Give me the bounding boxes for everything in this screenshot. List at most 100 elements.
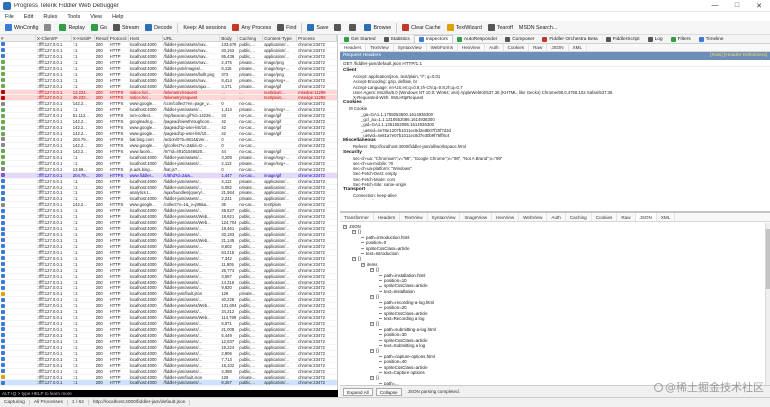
request-tab-webforms[interactable]: WebForms (427, 44, 458, 51)
request-tab-cookies[interactable]: Cookies (504, 44, 530, 51)
close-button[interactable]: ✕ (748, 0, 770, 12)
column-header[interactable]: Process (297, 35, 337, 41)
menu-help[interactable]: Help (107, 14, 128, 20)
request-tab-raw[interactable]: Raw (529, 44, 548, 51)
session-cell-ctype: application/... (264, 232, 289, 237)
collapse-toggle-icon[interactable]: − (343, 224, 347, 229)
toolbar-button-any-process[interactable]: Any Process (229, 22, 274, 34)
column-header[interactable]: X-HostIP (72, 35, 95, 41)
menu-edit[interactable]: Edit (19, 14, 38, 20)
tab-icon (605, 36, 611, 42)
column-header[interactable]: Content-Type (263, 35, 298, 41)
tab-timeline[interactable]: Timeline (695, 35, 728, 43)
toolbar-button-clear-cache[interactable]: Clear Cache (399, 22, 443, 34)
tab-statistics[interactable]: Statistics (380, 35, 414, 43)
maximize-button[interactable]: □ (726, 0, 748, 12)
column-header[interactable]: Protocol (109, 35, 129, 41)
toolbar-button-save[interactable]: Save (304, 22, 331, 34)
tab-inspectors[interactable]: Inspectors (413, 35, 453, 43)
toolbar-button-go[interactable]: Go (88, 22, 110, 34)
toolbar-button-find[interactable]: Find (274, 22, 299, 34)
request-headers-tree[interactable]: Client Accept: application/json, text/pla… (340, 67, 770, 200)
tab-fiddler-orchestra-beta[interactable]: Fiddler Orchestra Beta (538, 35, 601, 43)
minimize-button[interactable]: — (704, 0, 726, 12)
collapse-toggle-icon[interactable]: − (370, 322, 374, 327)
session-cell-cache: no-cac... (239, 202, 256, 208)
menu-view[interactable]: View (85, 14, 107, 20)
response-tab-webview[interactable]: WebView (519, 213, 548, 221)
response-tab-json[interactable]: JSON (635, 213, 657, 221)
toolbar-button-camera-icon[interactable] (331, 22, 346, 34)
collapse-toggle-icon[interactable]: − (361, 262, 365, 267)
response-tab-cookies[interactable]: Cookies (592, 213, 618, 221)
toolbar-button-browse[interactable]: Browse (361, 22, 394, 34)
collapse-button[interactable]: Collapse (375, 387, 402, 396)
request-tab-json[interactable]: JSON (547, 44, 569, 51)
menu-rules[interactable]: Rules (38, 14, 62, 20)
collapse-toggle-icon[interactable]: − (370, 294, 374, 299)
response-tab-headers[interactable]: Headers (374, 213, 401, 221)
toolbar-button-stream[interactable]: Stream (110, 22, 142, 34)
toolbar-button-decode[interactable]: Decode (142, 22, 175, 34)
collapse-toggle-icon[interactable]: − (370, 267, 374, 272)
toolbar-button-tearoff[interactable]: Tearoff (485, 22, 516, 34)
menu-tools[interactable]: Tools (62, 14, 85, 20)
collapse-toggle-icon[interactable]: − (370, 376, 374, 381)
expand-all-button[interactable]: Expand All (343, 387, 373, 396)
request-tab-headers[interactable]: Headers (340, 44, 367, 51)
header-definitions-link[interactable]: [Raw] [Header Definitions] (710, 52, 770, 60)
column-header[interactable]: Caching (238, 35, 264, 41)
request-tab-textview[interactable]: TextView (366, 44, 394, 51)
toolbar-button-winconfig[interactable]: WinConfig (2, 22, 41, 34)
response-tab-syntaxview[interactable]: SyntaxView (428, 213, 461, 221)
session-cell-proc: chrome:23472 (298, 368, 325, 374)
collapse-toggle-icon[interactable]: − (370, 349, 374, 354)
response-tab-transformer[interactable]: Transformer (340, 213, 374, 221)
tab-fiddlerscript[interactable]: FiddlerScript (602, 35, 644, 43)
session-cell-cache: public,... (239, 356, 255, 362)
toolbar-button-replay[interactable]: Replay (56, 22, 88, 34)
column-header[interactable]: URL (163, 35, 221, 41)
tab-get-started[interactable]: Get Started (340, 35, 380, 43)
column-header[interactable]: Host (129, 35, 163, 41)
toolbar-button-textwizard[interactable]: TextWizard (444, 22, 485, 34)
scroll-thumb[interactable] (766, 229, 770, 289)
sessions-list[interactable]: # X-ClientIP X-HostIP Result Protocol Host URL… (0, 35, 338, 390)
response-tab-raw[interactable]: Raw (617, 213, 636, 221)
collapse-toggle-icon[interactable]: − (352, 230, 356, 235)
request-tab-xml[interactable]: XML (569, 44, 588, 51)
column-header[interactable]: Body (220, 35, 239, 41)
process-filter-status[interactable]: All Processes (30, 400, 68, 405)
session-cell-hip: ::1 (72, 291, 78, 297)
tab-filters[interactable]: Filters (667, 35, 695, 43)
request-tab-hexview[interactable]: HexView (458, 44, 486, 51)
quickexec-input[interactable]: ALT+Q > type HELP to learn more (0, 390, 338, 397)
response-tab-hexview[interactable]: HexView (492, 213, 520, 221)
response-tab-caching[interactable]: Caching (566, 213, 592, 221)
json-tree[interactable]: − JSON −{} path=introduction.html position=0… (340, 223, 764, 385)
collapse-toggle-icon[interactable]: − (352, 257, 356, 262)
request-tab-syntaxview[interactable]: SyntaxView (394, 44, 427, 51)
tab-autoresponder[interactable]: AutoResponder (453, 35, 501, 43)
response-tab-imageview[interactable]: ImageView (460, 213, 493, 221)
column-header[interactable]: # (0, 35, 36, 41)
menu-file[interactable]: File (0, 14, 19, 20)
tab-log[interactable]: Log (644, 35, 667, 43)
session-cell-proto: HTTP (109, 297, 121, 303)
response-tab-auth[interactable]: Auth (547, 213, 566, 221)
response-tab-xml[interactable]: XML (657, 213, 676, 221)
toolbar-button-keep-all-sessions[interactable]: Keep: All sessions (180, 22, 229, 34)
request-tab-auth[interactable]: Auth (485, 44, 504, 51)
column-header[interactable]: X-ClientIP (36, 35, 72, 41)
response-tab-textview[interactable]: TextView (400, 213, 428, 221)
toolbar-label: Keep: All sessions (183, 24, 227, 31)
capturing-status[interactable]: Capturing (0, 400, 30, 405)
tab-composer[interactable]: Composer (501, 35, 538, 43)
column-header[interactable]: Result (95, 35, 109, 41)
toolbar-button-msdn-search-[interactable]: MSDN Search... (516, 22, 560, 34)
session-type-icon (1, 279, 5, 284)
session-row[interactable]: ::ffff:127.0.0.1::1 200 HTTP localhost:4000… (0, 380, 337, 387)
json-tree-scrollbar[interactable] (765, 223, 770, 385)
toolbar-button-timer-icon[interactable] (346, 22, 361, 34)
toolbar-button-comment-icon[interactable] (41, 22, 56, 34)
